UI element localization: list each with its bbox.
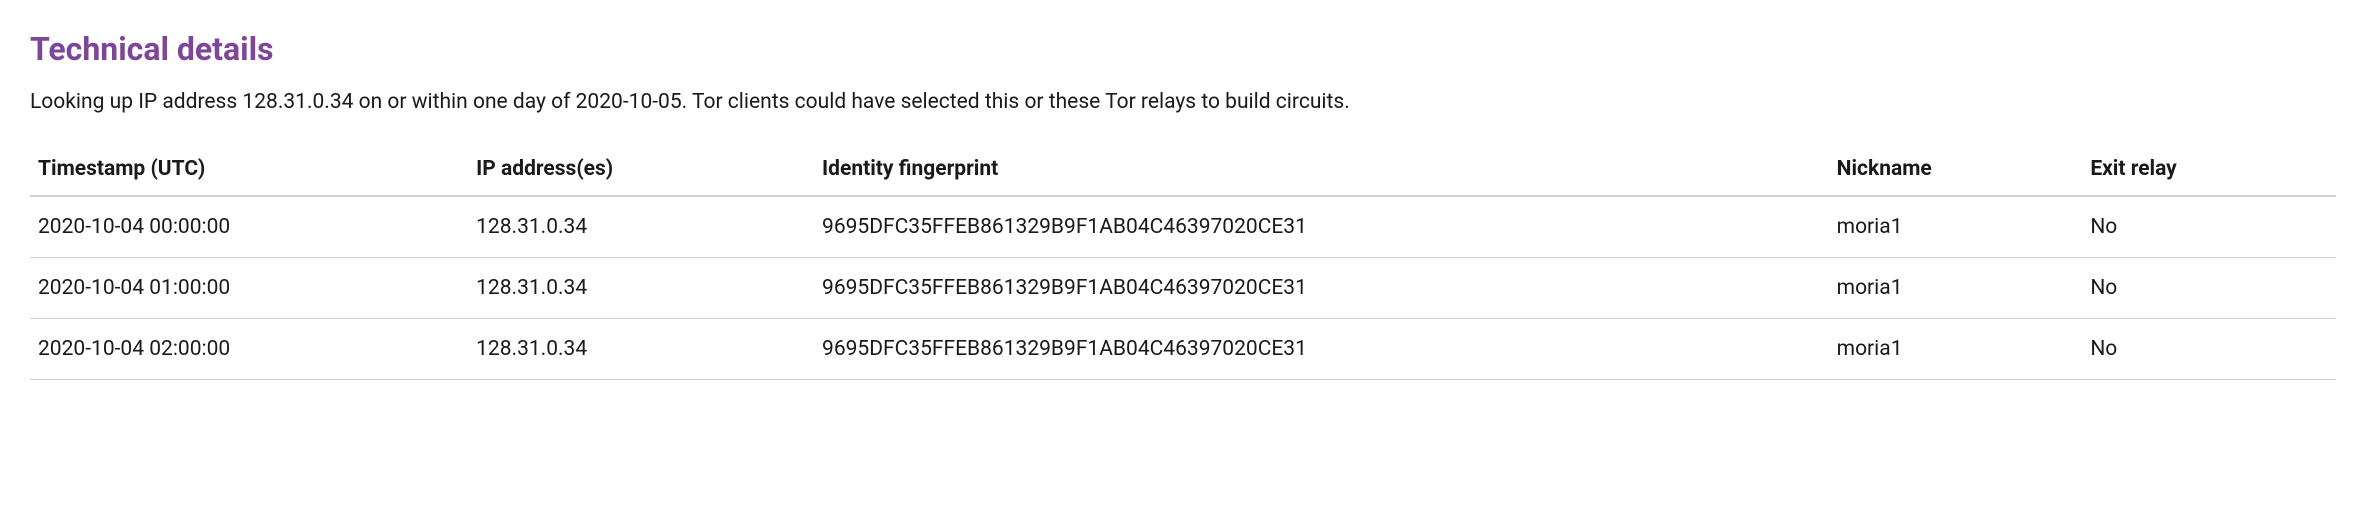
cell-exit: No (2082, 196, 2336, 258)
col-header-ip: IP address(es) (468, 145, 814, 196)
cell-timestamp: 2020-10-04 01:00:00 (30, 258, 468, 319)
section-heading: Technical details (30, 30, 2336, 68)
cell-exit: No (2082, 319, 2336, 380)
table-row: 2020-10-04 01:00:00 128.31.0.34 9695DFC3… (30, 258, 2336, 319)
cell-exit: No (2082, 258, 2336, 319)
cell-fingerprint: 9695DFC35FFEB861329B9F1AB04C46397020CE31 (814, 319, 1829, 380)
cell-ip: 128.31.0.34 (468, 196, 814, 258)
col-header-fingerprint: Identity fingerprint (814, 145, 1829, 196)
cell-timestamp: 2020-10-04 02:00:00 (30, 319, 468, 380)
cell-nickname: moria1 (1829, 319, 2083, 380)
col-header-exit: Exit relay (2082, 145, 2336, 196)
cell-timestamp: 2020-10-04 00:00:00 (30, 196, 468, 258)
cell-nickname: moria1 (1829, 196, 2083, 258)
table-row: 2020-10-04 00:00:00 128.31.0.34 9695DFC3… (30, 196, 2336, 258)
cell-ip: 128.31.0.34 (468, 319, 814, 380)
table-header-row: Timestamp (UTC) IP address(es) Identity … (30, 145, 2336, 196)
cell-nickname: moria1 (1829, 258, 2083, 319)
cell-fingerprint: 9695DFC35FFEB861329B9F1AB04C46397020CE31 (814, 258, 1829, 319)
col-header-nickname: Nickname (1829, 145, 2083, 196)
table-row: 2020-10-04 02:00:00 128.31.0.34 9695DFC3… (30, 319, 2336, 380)
col-header-timestamp: Timestamp (UTC) (30, 145, 468, 196)
relay-table: Timestamp (UTC) IP address(es) Identity … (30, 145, 2336, 380)
cell-ip: 128.31.0.34 (468, 258, 814, 319)
lookup-description: Looking up IP address 128.31.0.34 on or … (30, 88, 2336, 117)
cell-fingerprint: 9695DFC35FFEB861329B9F1AB04C46397020CE31 (814, 196, 1829, 258)
